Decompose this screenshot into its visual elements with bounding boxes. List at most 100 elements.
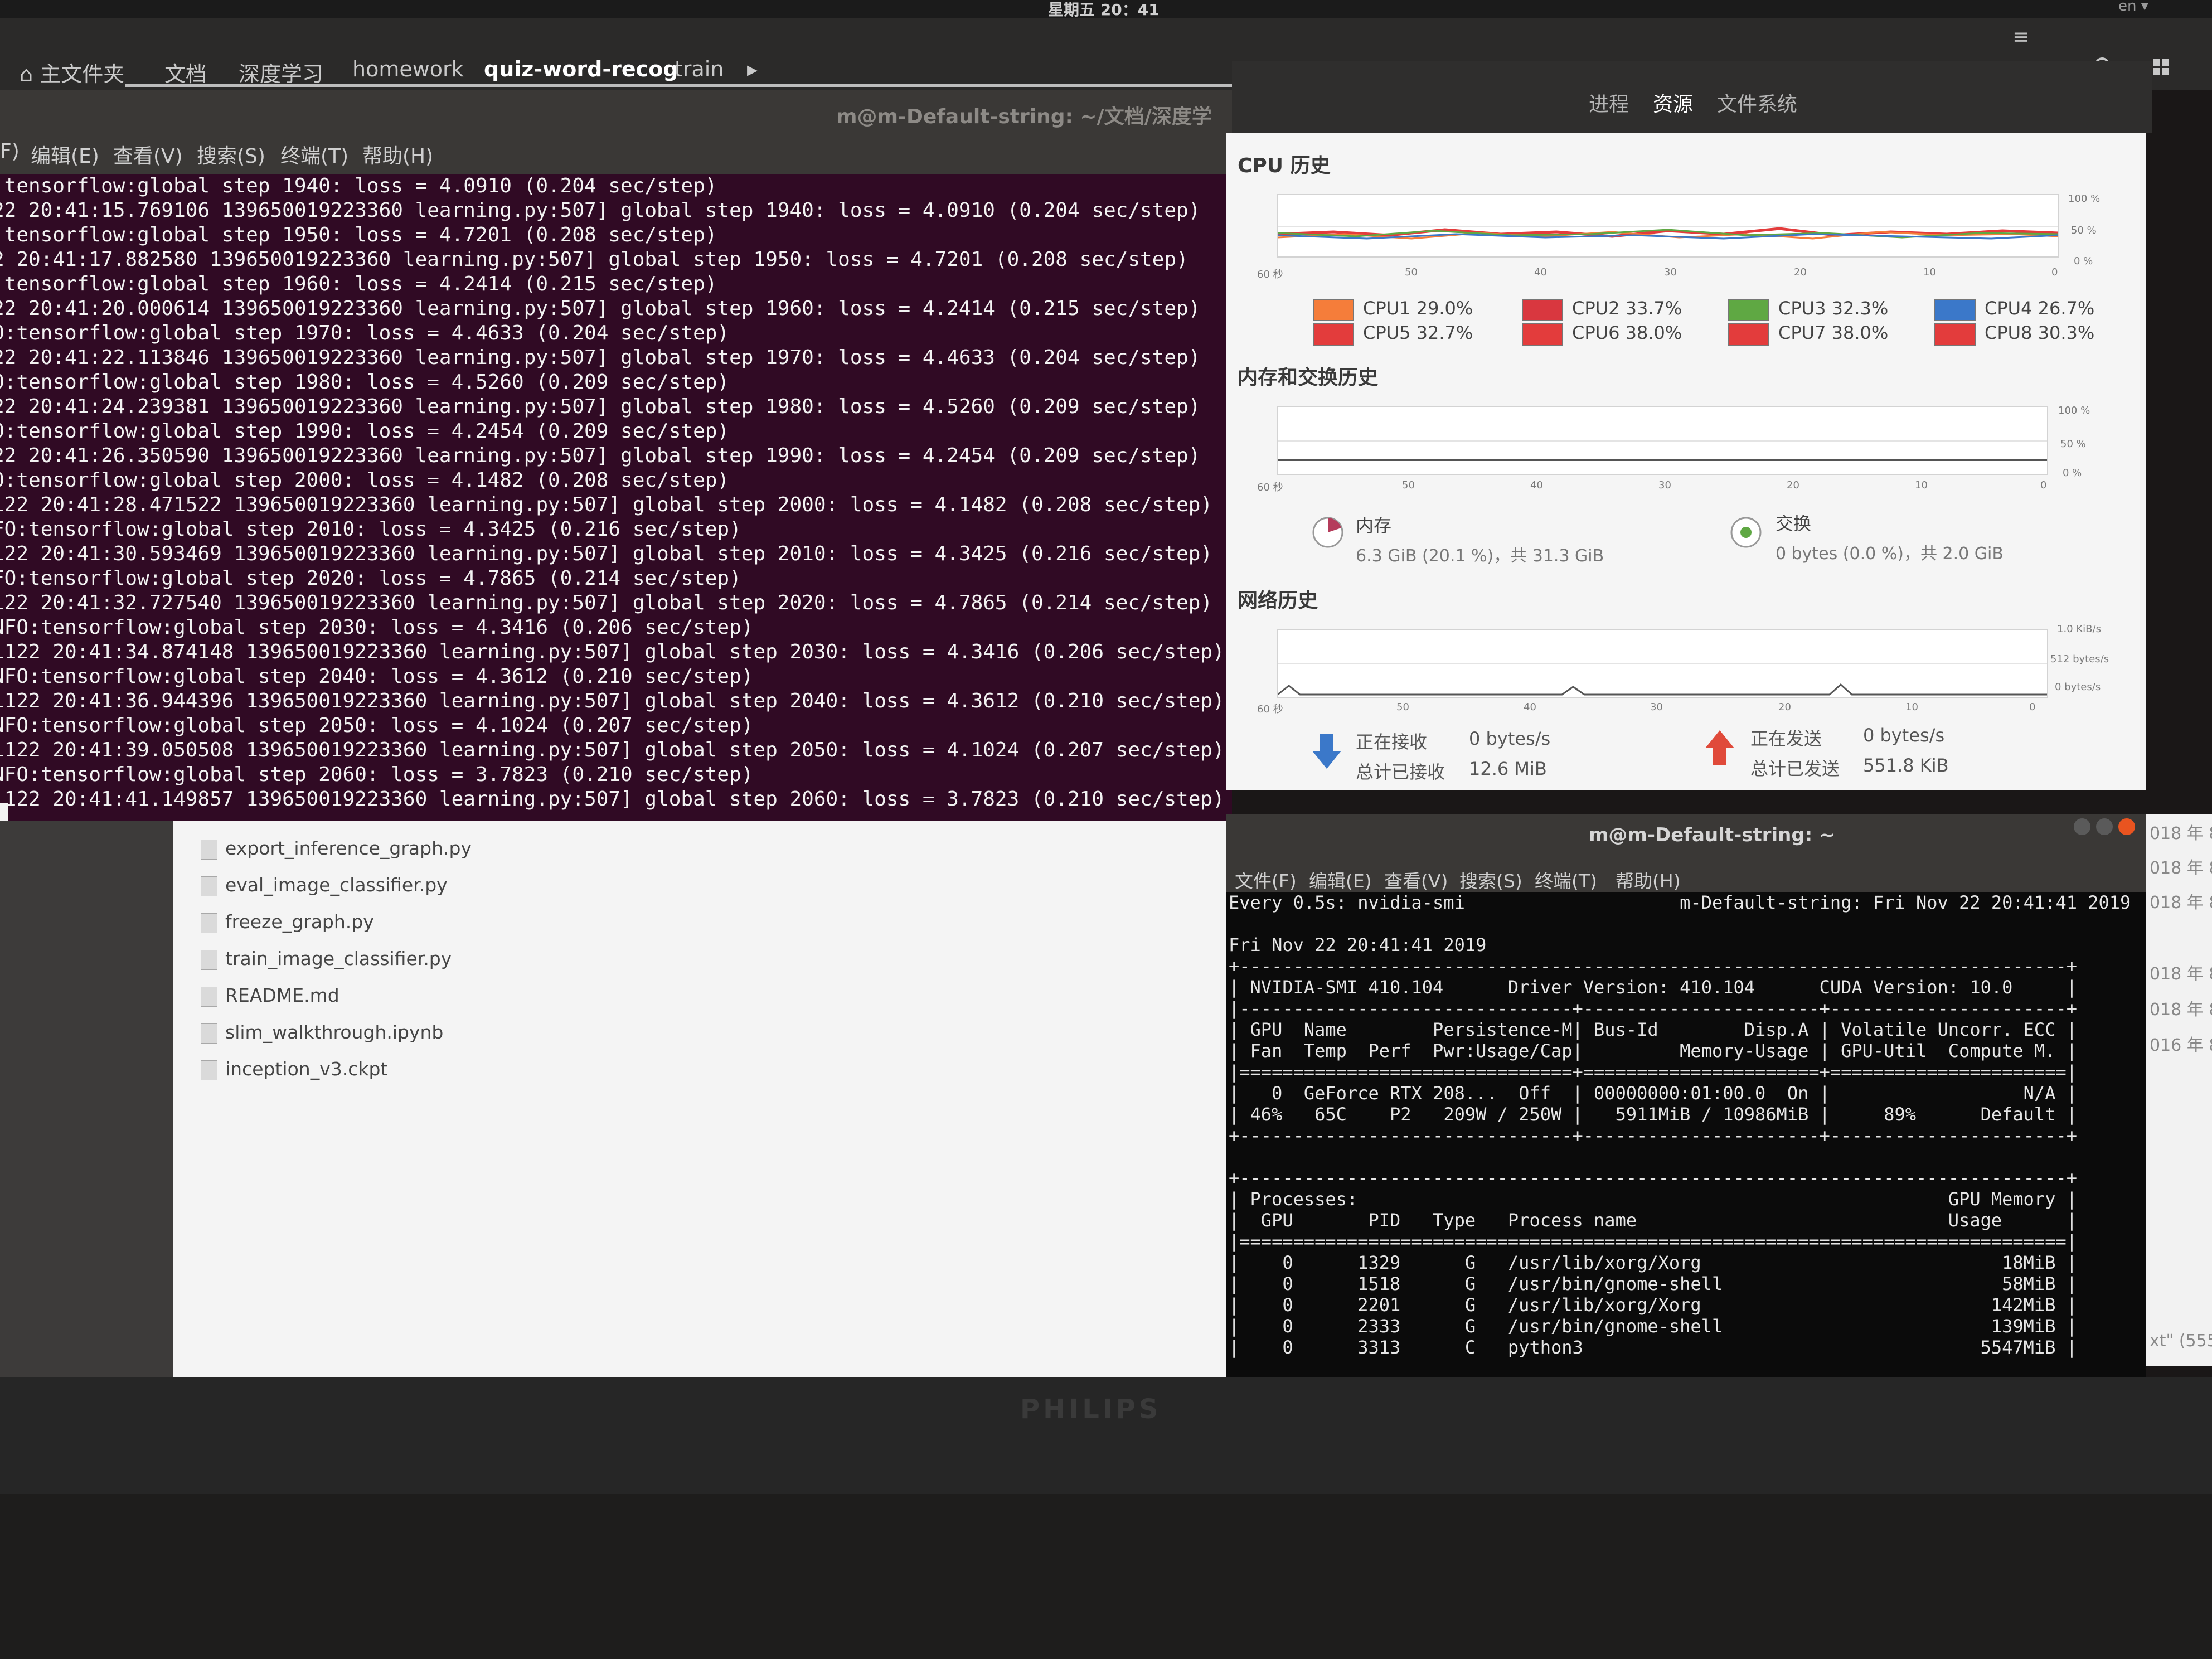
nvidia-line: +---------------------------------------… [1229, 955, 2077, 977]
cpu-x-tick: 20 [1794, 266, 1807, 278]
terminal-line: 1122 20:41:41.149857 139650019223360 lea… [0, 788, 1225, 811]
breadcrumb-docs[interactable]: 文档 [164, 57, 207, 88]
file-name: inception_v3.ckpt [225, 1058, 388, 1080]
terminal-line: 22 20:41:26.350590 139650019223360 learn… [0, 444, 1201, 467]
cpu-x-tick: 10 [1923, 266, 1936, 278]
minimize-button[interactable] [2074, 818, 2090, 835]
background-text: 018 年 8 [2150, 824, 2212, 843]
cpu7-color-swatch[interactable] [1728, 323, 1769, 346]
terminal-line: :tensorflow:global step 1960: loss = 4.2… [0, 273, 717, 295]
nvidia-line: | Fan Temp Perf Pwr:Usage/Cap| Memory-Us… [1229, 1040, 2077, 1061]
menu-search[interactable]: 搜索(S) [1459, 866, 1522, 893]
nvidia-line: |===============================+=======… [1229, 1061, 2077, 1083]
nvidia-line: | GPU Name Persistence-M| Bus-Id Disp.A … [1229, 1019, 2077, 1040]
cpu-x-tick: 60 秒 [1257, 269, 1283, 280]
terminal-menubar: F) 编辑(E) 查看(V) 搜索(S) 终端(T) 帮助(H) [0, 132, 1232, 174]
menu-view[interactable]: 查看(V) [1384, 866, 1448, 893]
file-item[interactable]: eval_image_classifier.py [201, 874, 448, 896]
menu-view[interactable]: 查看(V) [113, 140, 183, 169]
close-button[interactable] [2118, 818, 2135, 835]
mem-y-tick: 0 % [2063, 467, 2082, 479]
breadcrumb-quiz-word-recog[interactable]: quiz-word-recog [484, 57, 678, 81]
nvidia-line: | 0 2201 G /usr/lib/xorg/Xorg 142MiB | [1229, 1294, 2077, 1316]
menu-search[interactable]: 搜索(S) [197, 140, 265, 169]
cpu4-color-swatch[interactable] [1934, 299, 1976, 321]
menu-terminal[interactable]: 终端(T) [280, 140, 348, 169]
menu-help[interactable]: 帮助(H) [1616, 866, 1681, 893]
menu-edit[interactable]: 编辑(E) [1309, 866, 1372, 893]
file-item[interactable]: freeze_graph.py [201, 911, 374, 933]
terminal-line: FO:tensorflow:global step 2020: loss = 4… [0, 567, 741, 590]
tab-processes[interactable]: 进程 [1589, 88, 1629, 117]
file-list[interactable]: export_inference_graph.py eval_image_cla… [173, 821, 1232, 1395]
input-language-indicator[interactable]: en ▾ [2118, 0, 2148, 14]
nvidia-line: | 0 GeForce RTX 208... Off | 00000000:01… [1229, 1083, 2077, 1104]
cpu8-color-swatch[interactable] [1934, 323, 1976, 346]
terminal-line: 2 20:41:17.882580 139650019223360 learni… [0, 248, 1189, 271]
terminal-line: 22 20:41:20.000614 139650019223360 learn… [0, 297, 1201, 320]
cpu-x-tick: 40 [1534, 266, 1547, 278]
net-y-tick: 0 bytes/s [2055, 681, 2101, 693]
cpu-y-tick: 0 % [2074, 255, 2093, 267]
background-text: 018 年 8月 [2150, 964, 2212, 984]
python-file-icon [201, 876, 217, 896]
tab-resources[interactable]: 资源 [1653, 88, 1693, 117]
swap-pie-icon[interactable] [1728, 515, 1764, 550]
menu-edit[interactable]: 编辑(E) [31, 140, 99, 169]
tab-filesystems[interactable]: 文件系统 [1717, 88, 1797, 117]
breadcrumb-train[interactable]: train [675, 57, 724, 81]
cpu3-color-swatch[interactable] [1728, 299, 1769, 321]
breadcrumb-deep-learning[interactable]: 深度学习 [239, 57, 323, 88]
menu-file[interactable]: F) [0, 140, 20, 163]
cpu5-color-swatch[interactable] [1313, 323, 1354, 346]
clock[interactable]: 星期五 20：41 [1048, 0, 1160, 20]
cpu6-color-swatch[interactable] [1522, 323, 1563, 346]
python-file-icon [201, 949, 217, 970]
menu-help[interactable]: 帮助(H) [362, 140, 433, 169]
cpu1-color-swatch[interactable] [1313, 299, 1354, 321]
terminal-line: 122 20:41:32.727540 139650019223360 lear… [0, 591, 1213, 614]
cpu-history-graph [1277, 194, 2059, 258]
upload-arrow-icon[interactable] [1703, 729, 1736, 768]
terminal-line: O:tensorflow:global step 1990: loss = 4.… [0, 420, 730, 443]
menu-file[interactable]: 文件(F) [1235, 866, 1297, 893]
system-monitor-headerbar: 进程 资源 文件系统 [1232, 61, 2152, 133]
maximize-button[interactable] [2096, 818, 2113, 835]
terminal-titlebar[interactable]: m@m-Default-string: ~/文档/深度学习/ho [0, 90, 1232, 157]
file-item[interactable]: train_image_classifier.py [201, 948, 452, 970]
terminal-line: 122 20:41:30.593469 139650019223360 lear… [0, 542, 1213, 565]
net-x-tick: 30 [1650, 701, 1663, 713]
swap-value: 0 bytes (0.0 %)，共 2.0 GiB [1776, 544, 2004, 564]
file-item[interactable]: slim_walkthrough.ipynb [201, 1021, 443, 1044]
menu-terminal[interactable]: 终端(T) [1535, 866, 1597, 893]
nvidia-line: | 0 2333 G /usr/bin/gnome-shell 139MiB | [1229, 1316, 2077, 1337]
cpu7-legend: CPU7 38.0% [1778, 322, 1889, 343]
breadcrumb-home[interactable]: ⌂ 主文件夹 [20, 57, 124, 88]
terminal-line: 122 20:41:28.471522 139650019223360 lear… [0, 493, 1213, 516]
breadcrumb-more-arrow[interactable]: ▸ [747, 57, 758, 81]
grid-icon[interactable] [2152, 58, 2171, 77]
file-item[interactable]: README.md [201, 984, 339, 1007]
terminal-line: O:tensorflow:global step 1970: loss = 4.… [0, 322, 730, 345]
terminal-output[interactable]: :tensorflow:global step 1940: loss = 4.0… [0, 174, 1232, 821]
cpu1-legend: CPU1 29.0% [1363, 298, 1473, 319]
memory-usage-line [1278, 459, 2047, 461]
terminal-line: 22 20:41:22.113846 139650019223360 learn… [0, 346, 1201, 369]
file-item[interactable]: export_inference_graph.py [201, 837, 472, 860]
nvidia-line: |=======================================… [1229, 1231, 2077, 1252]
monitor-brand-logo: PHILIPS [1020, 1394, 1162, 1425]
desk-surface [0, 1494, 2212, 1659]
file-name: export_inference_graph.py [225, 837, 472, 859]
hamburger-menu-icon[interactable]: ≡ [2012, 26, 2029, 48]
network-traffic-line [1278, 683, 2047, 696]
nvidia-terminal-titlebar[interactable]: m@m-Default-string: ~ [1226, 814, 2146, 864]
memory-label: 内存 [1356, 515, 1392, 536]
terminal-line: 1122 20:41:39.050508 139650019223360 lea… [0, 739, 1225, 761]
cpu2-color-swatch[interactable] [1522, 299, 1563, 321]
breadcrumb-homework[interactable]: homework [352, 57, 464, 81]
mem-y-tick: 100 % [2058, 405, 2090, 416]
download-arrow-icon[interactable] [1310, 732, 1343, 771]
file-item[interactable]: inception_v3.ckpt [201, 1058, 387, 1080]
nvidia-smi-output[interactable]: Every 0.5s: nvidia-smi m-Default-string:… [1226, 892, 2146, 1377]
memory-pie-icon[interactable] [1310, 515, 1346, 550]
